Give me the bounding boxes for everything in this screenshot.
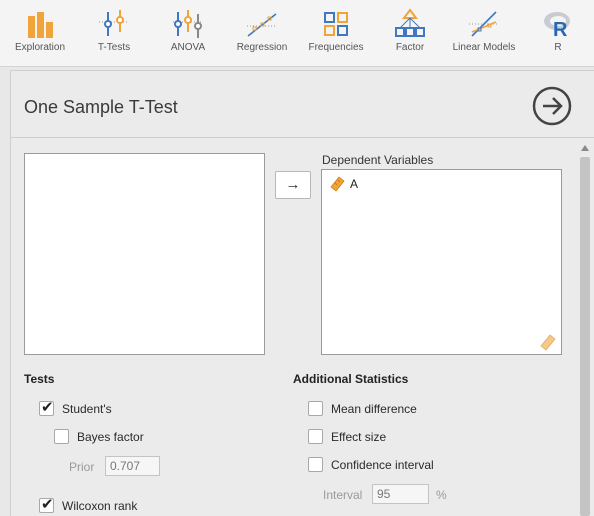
checkbox-box[interactable] xyxy=(308,401,323,416)
arrow-right-circle-icon xyxy=(532,86,572,126)
linear-models-button[interactable]: Linear Models xyxy=(447,0,521,66)
regression-icon xyxy=(247,13,277,37)
t-tests-label: T-Tests xyxy=(97,42,131,53)
checkbox-box[interactable] xyxy=(308,457,323,472)
factor-button[interactable]: Factor xyxy=(373,0,447,66)
analysis-panel: One Sample T-Test → Dependent Variables … xyxy=(10,70,594,516)
regression-button[interactable]: Regression xyxy=(225,0,299,66)
tests-heading: Tests xyxy=(24,372,55,386)
r-label: R xyxy=(554,42,562,53)
prior-label: Prior xyxy=(69,460,95,474)
dependent-variables-label: Dependent Variables xyxy=(322,153,434,167)
t-tests-icon xyxy=(99,10,129,36)
available-variables-list[interactable] xyxy=(24,153,265,355)
anova-label: ANOVA xyxy=(170,42,206,53)
r-button[interactable]: R R xyxy=(521,0,594,66)
ribbon-toolbar: Exploration T-Tests ANOVA Regression Fre… xyxy=(0,0,594,67)
factor-icon xyxy=(395,8,425,37)
prior-input[interactable] xyxy=(105,456,160,476)
dependent-variables-list[interactable]: A xyxy=(321,169,562,355)
checkbox-box[interactable] xyxy=(308,429,323,444)
move-variable-button[interactable]: → xyxy=(275,171,311,199)
linear-models-label: Linear Models xyxy=(452,42,516,53)
frequencies-icon xyxy=(324,12,348,36)
go-forward-button[interactable] xyxy=(532,86,572,126)
interval-unit: % xyxy=(436,488,447,502)
scrollbar[interactable] xyxy=(578,143,592,516)
linear-models-icon xyxy=(469,11,499,37)
students-label: Student's xyxy=(62,402,112,416)
frequencies-button[interactable]: Frequencies xyxy=(299,0,373,66)
svg-text:R: R xyxy=(553,19,568,40)
regression-label: Regression xyxy=(236,42,288,53)
effect-size-label: Effect size xyxy=(331,430,387,444)
checkbox-box[interactable]: ✔ xyxy=(39,399,54,416)
interval-label: Interval xyxy=(323,488,363,502)
additional-statistics-heading: Additional Statistics xyxy=(293,372,409,386)
exploration-button[interactable]: Exploration xyxy=(3,0,77,66)
bayes-factor-label: Bayes factor xyxy=(77,430,144,444)
scroll-thumb[interactable] xyxy=(580,157,590,516)
exploration-label: Exploration xyxy=(14,42,66,53)
scale-type-icon xyxy=(540,334,556,351)
checkmark-icon: ✔ xyxy=(41,496,54,513)
anova-button[interactable]: ANOVA xyxy=(151,0,225,66)
checkmark-icon: ✔ xyxy=(41,399,54,416)
mean-difference-label: Mean difference xyxy=(331,402,417,416)
factor-label: Factor xyxy=(395,42,425,53)
t-tests-button[interactable]: T-Tests xyxy=(77,0,151,66)
header-divider xyxy=(11,137,594,138)
r-icon: R xyxy=(544,12,570,40)
scroll-up-arrow-icon[interactable] xyxy=(581,145,589,151)
page-title: One Sample T-Test xyxy=(24,97,178,117)
frequencies-label: Frequencies xyxy=(308,42,364,53)
interval-input[interactable] xyxy=(372,484,429,504)
variable-name: A xyxy=(350,177,359,191)
exploration-icon xyxy=(28,12,53,38)
checkbox-box[interactable]: ✔ xyxy=(39,496,54,513)
checkbox-box[interactable] xyxy=(54,429,69,444)
continuous-variable-icon xyxy=(330,176,345,192)
wilcoxon-label: Wilcoxon rank xyxy=(62,499,138,513)
confidence-interval-label: Confidence interval xyxy=(331,458,434,472)
anova-icon xyxy=(173,10,203,38)
